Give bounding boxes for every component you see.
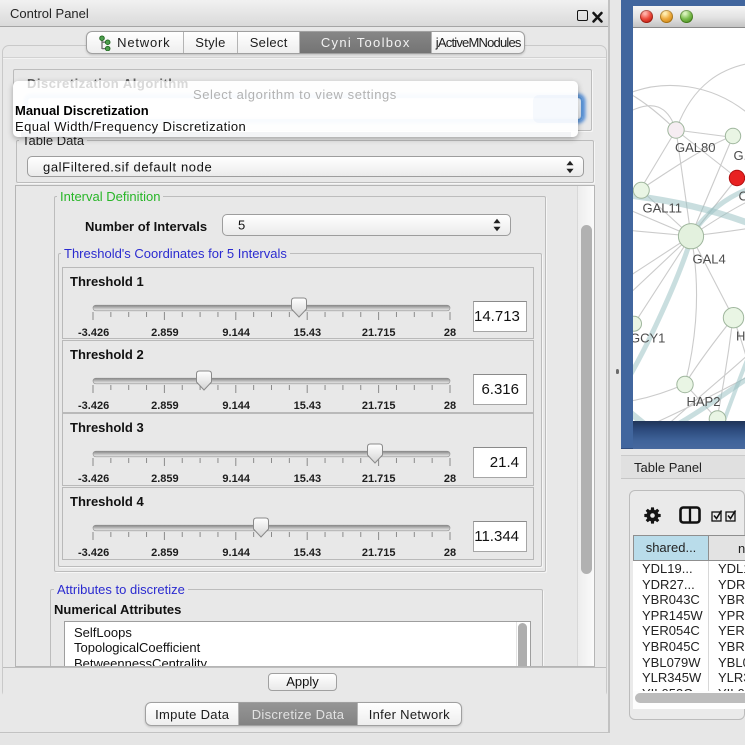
svg-text:GAL11: GAL11	[643, 201, 683, 216]
svg-text:H: H	[736, 329, 745, 344]
svg-text:HAP2: HAP2	[687, 394, 721, 409]
svg-text:G.: G.	[734, 148, 745, 163]
svg-text:GCY1: GCY1	[633, 331, 665, 346]
svg-text:GAL4: GAL4	[693, 252, 726, 267]
svg-text:C: C	[739, 189, 745, 204]
svg-text:GAL80: GAL80	[675, 140, 715, 155]
